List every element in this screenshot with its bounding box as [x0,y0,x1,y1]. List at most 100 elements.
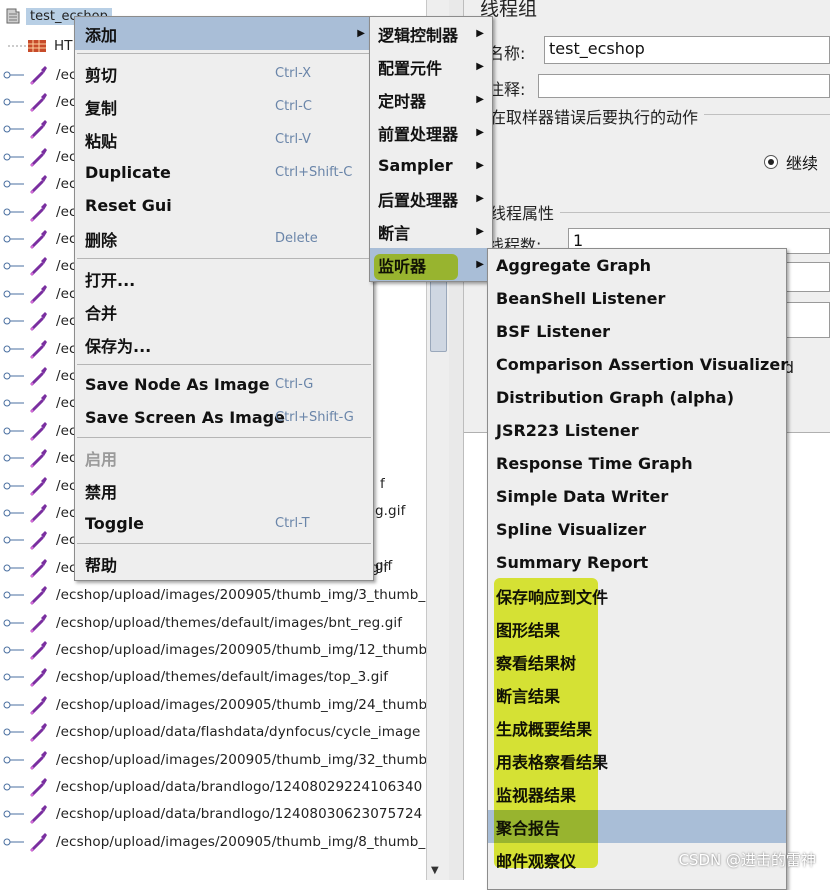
submenu-item[interactable]: 后置处理器 ▶ [370,182,492,215]
menu-item-label: 逻辑控制器 [378,25,459,45]
menu-item-label: 添加 [85,25,118,45]
menu-item[interactable]: 禁用 [75,474,373,507]
submenu-item[interactable]: Sampler ▶ [370,149,492,182]
submenu-item[interactable]: 配置元件 ▶ [370,50,492,83]
comment-field[interactable] [538,74,830,98]
submenu-arrow-icon: ▶ [476,160,484,171]
scroll-down-icon[interactable]: ▼ [431,865,439,876]
ramp-up-field[interactable] [784,262,830,292]
menu-item-label: 保存为... [85,336,152,356]
tree-row[interactable]: /ecshop/upload/images/200905/thumb_img/3… [0,582,426,609]
tree-row-label: /ecshop/upload/images/200905/thumb_img/2… [56,696,426,713]
menu-item-label: 配置元件 [378,58,443,78]
tree-connector-icon [3,756,24,763]
thread-group-icon [6,8,20,24]
pipette-icon [30,695,47,715]
tree-connector-icon [3,591,24,599]
tree-row[interactable]: /ecshop/upload/data/brandlogo/1240803062… [0,801,426,828]
tree-connector-icon [3,180,24,188]
menu-item[interactable]: 合并 [75,295,373,328]
tree-row[interactable]: /ecshop/upload/themes/default/images/bnt… [0,609,426,636]
pipette-icon [30,723,47,742]
menu-item-shortcut: Ctrl-V [275,132,311,147]
menu-item[interactable]: 粘贴 Ctrl-V [75,123,373,156]
menu-item-shortcut: Delete [275,231,318,246]
menu-item[interactable]: Duplicate Ctrl+Shift-C [75,156,373,189]
menu-item[interactable]: 复制 Ctrl-C [75,90,373,123]
listener-menu-item[interactable]: Response Time Graph [488,447,786,480]
menu-separator [77,364,371,365]
pipette-icon [30,805,47,825]
tree-row-fragment: gif [375,558,393,574]
listener-menu-item[interactable]: Summary Report [488,546,786,579]
tree-row[interactable]: /ecshop/upload/images/200905/thumb_img/1… [0,636,426,663]
menu-separator [77,53,371,54]
tree-connector-icon [3,345,24,352]
comment-label: 注释: [488,80,526,99]
listener-menu-item[interactable]: BSF Listener [488,315,786,348]
menu-item-shortcut: Ctrl-T [275,516,310,531]
menu-item[interactable]: 删除 Delete [75,222,373,255]
menu-item-shortcut: Ctrl-C [275,99,312,114]
submenu-item[interactable]: 前置处理器 ▶ [370,116,492,149]
pipette-icon [30,394,47,414]
tree-row[interactable]: /ecshop/upload/images/200905/thumb_img/8… [0,828,426,855]
tree-connector-icon [3,153,24,161]
submenu-arrow-icon: ▶ [476,226,484,237]
pipette-icon [30,558,47,578]
thread-props-label: 线程属性 [490,200,561,224]
menu-item[interactable]: Save Node As Image Ctrl-G [75,368,373,401]
menu-item-label: Summary Report [496,553,649,572]
listener-menu-item[interactable]: Aggregate Graph [488,249,786,282]
tree-connector-icon [3,454,24,462]
tree-row-fragment: g.gif [375,503,406,519]
tree-connector-icon [3,728,24,736]
pipette-icon [30,668,47,688]
menu-item-label: JSR223 Listener [496,421,639,440]
tree-row[interactable]: /ecshop/upload/data/brandlogo/1240802922… [0,773,426,800]
menu-item-shortcut: Ctrl+Shift-C [275,165,353,180]
menu-item[interactable]: 帮助 [75,547,373,580]
menu-item-label: Spline Visualizer [496,520,647,539]
listener-menu-item[interactable]: BeanShell Listener [488,282,786,315]
menu-item-label: 定时器 [378,91,427,111]
menu-item[interactable]: Reset Gui [75,189,373,222]
menu-item-label: BeanShell Listener [496,289,666,308]
submenu-item[interactable]: 定时器 ▶ [370,83,492,116]
tree-connector-icon [3,810,24,818]
menu-item[interactable]: 启用 [75,441,373,474]
listener-menu-item[interactable]: JSR223 Listener [488,414,786,447]
listener-menu-item[interactable]: Comparison Assertion Visualizer [488,348,788,381]
submenu-item[interactable]: 逻辑控制器 ▶ [370,17,492,50]
pipette-icon [30,339,47,359]
listener-menu-item[interactable]: Spline Visualizer [488,513,786,546]
loop-count-field[interactable] [784,302,830,338]
tree-row-label: /ecshop/upload/themes/default/images/bnt… [56,614,403,631]
tree-row[interactable]: /ecshop/upload/images/200905/thumb_img/3… [0,746,426,773]
pipette-icon [30,147,47,167]
listener-menu-item[interactable]: Simple Data Writer [488,480,786,513]
submenu-arrow-icon: ▶ [476,61,484,72]
menu-item[interactable]: 保存为... [75,328,373,361]
menu-separator [77,437,371,438]
pipette-icon [30,777,47,797]
menu-item[interactable]: 剪切 Ctrl-X [75,57,373,90]
tree-row[interactable]: /ecshop/upload/themes/default/images/top… [0,664,426,691]
menu-item[interactable]: Save Screen As Image Ctrl+Shift-G [75,401,373,434]
submenu-item[interactable]: 断言 ▶ [370,215,492,248]
radio-continue[interactable]: 继续 [764,150,818,174]
menu-item[interactable]: Toggle Ctrl-T [75,507,373,540]
listener-menu-item[interactable]: Distribution Graph (alpha) [488,381,786,414]
pipette-icon [30,229,47,249]
tree-connector-icon [3,399,24,407]
tree-row[interactable]: /ecshop/upload/images/200905/thumb_img/2… [0,691,426,718]
menu-item-shortcut: Ctrl-X [275,66,312,81]
tree-row[interactable]: /ecshop/upload/data/flashdata/dynfocus/c… [0,719,426,746]
menu-item[interactable]: 打开... [75,262,373,295]
tree-row-label: /ecshop/upload/images/200905/thumb_img/1… [56,641,426,658]
watermark: CSDN @进击的雷神 [678,851,816,869]
menu-item[interactable]: 添加 ▶ [75,17,373,50]
tree-row-label: /ecshop/upload/data/brandlogo/1240802922… [56,778,423,795]
menu-item-label: 帮助 [85,555,118,575]
name-field[interactable]: test_ecshop [544,36,830,64]
